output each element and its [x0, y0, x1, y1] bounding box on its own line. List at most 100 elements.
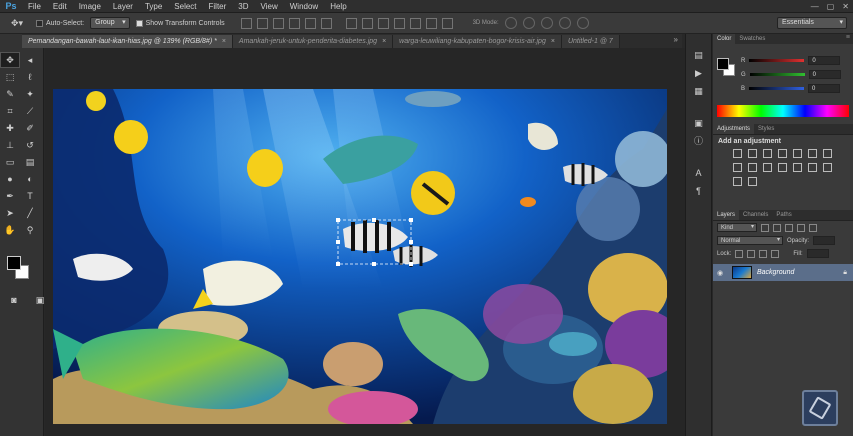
- magic-wand-tool-icon[interactable]: ✦: [20, 86, 40, 102]
- color-spectrum[interactable]: [717, 105, 849, 117]
- tab-swatches[interactable]: Swatches: [735, 34, 769, 44]
- color-balance-icon[interactable]: [823, 149, 832, 158]
- line-tool-icon[interactable]: ╱: [20, 205, 40, 221]
- vibrance-icon[interactable]: [793, 149, 802, 158]
- eyedropper-tool-icon[interactable]: ⟋: [20, 103, 40, 119]
- paragraph-icon[interactable]: ¶: [691, 184, 707, 198]
- properties-icon[interactable]: ▣: [691, 116, 707, 130]
- tab-paths[interactable]: Paths: [772, 210, 795, 220]
- tab-document-2[interactable]: Amankah-jeruk-untuk-penderita-diabetes.j…: [232, 35, 394, 48]
- tab-document-3[interactable]: warga-leuwiliang-kabupaten-bogor-krisis-…: [393, 35, 562, 48]
- filter-type-icon[interactable]: [785, 223, 793, 232]
- curves-icon[interactable]: [763, 149, 772, 158]
- quick-select-tool-icon[interactable]: ✎: [0, 86, 20, 102]
- selective-color-icon[interactable]: [748, 177, 757, 186]
- filter-smart-icon[interactable]: [809, 223, 817, 232]
- arrange-icon[interactable]: ◂: [20, 52, 40, 68]
- foreground-color-swatch[interactable]: [7, 256, 21, 270]
- canvas-area[interactable]: [45, 48, 685, 436]
- menu-3d[interactable]: 3D: [232, 0, 254, 13]
- move-tool-icon[interactable]: ✥: [0, 52, 20, 68]
- distribute-bottom-icon[interactable]: [377, 17, 389, 29]
- align-top-icon[interactable]: [240, 17, 252, 29]
- menu-file[interactable]: File: [22, 0, 47, 13]
- 3d-slide-icon[interactable]: [558, 17, 571, 29]
- move-tool-preset-icon[interactable]: ✥▾: [4, 16, 30, 31]
- menu-filter[interactable]: Filter: [203, 0, 233, 13]
- path-select-tool-icon[interactable]: ➤: [0, 205, 20, 221]
- threshold-icon[interactable]: [823, 163, 832, 172]
- lock-all-icon[interactable]: [771, 249, 780, 258]
- history-brush-tool-icon[interactable]: ↺: [20, 137, 40, 153]
- zoom-tool-icon[interactable]: ⚲: [20, 222, 40, 238]
- fill-field[interactable]: [806, 249, 829, 258]
- lasso-tool-icon[interactable]: ℓ: [20, 69, 40, 85]
- menu-layer[interactable]: Layer: [107, 0, 139, 13]
- blur-tool-icon[interactable]: ●: [0, 171, 20, 187]
- layer-row[interactable]: ◉ Background 🔒︎: [713, 264, 853, 281]
- tab-layers[interactable]: Layers: [713, 210, 740, 220]
- panel-menu-icon[interactable]: ≡: [846, 34, 850, 41]
- layer-name[interactable]: Background: [757, 269, 838, 276]
- healing-brush-tool-icon[interactable]: ✚: [0, 120, 20, 136]
- blue-value-field[interactable]: 0: [808, 84, 841, 93]
- menu-image[interactable]: Image: [73, 0, 107, 13]
- menu-window[interactable]: Window: [284, 0, 324, 13]
- menu-select[interactable]: Select: [168, 0, 202, 13]
- close-icon[interactable]: ×: [551, 35, 555, 48]
- lock-position-icon[interactable]: [759, 249, 768, 258]
- filter-shape-icon[interactable]: [797, 223, 805, 232]
- red-value-field[interactable]: 0: [808, 56, 841, 65]
- 3d-rotate-icon[interactable]: [504, 17, 517, 29]
- eraser-tool-icon[interactable]: ▭: [0, 154, 20, 170]
- underwater-photo[interactable]: [53, 89, 667, 424]
- green-slider[interactable]: [749, 73, 805, 76]
- hue-saturation-icon[interactable]: [808, 149, 817, 158]
- brush-tool-icon[interactable]: ✐: [20, 120, 40, 136]
- tab-color[interactable]: Color: [713, 34, 736, 44]
- levels-icon[interactable]: [748, 149, 757, 158]
- eye-icon[interactable]: ◉: [717, 269, 727, 277]
- info-icon[interactable]: ⓘ: [691, 134, 707, 148]
- history-icon[interactable]: ▤: [691, 48, 707, 62]
- exposure-icon[interactable]: [778, 149, 787, 158]
- distribute-top-icon[interactable]: [345, 17, 357, 29]
- color-lookup-icon[interactable]: [778, 163, 787, 172]
- distribute-right-icon[interactable]: [425, 17, 437, 29]
- menu-view[interactable]: View: [255, 0, 284, 13]
- distribute-left-icon[interactable]: [393, 17, 405, 29]
- 3d-roll-icon[interactable]: [522, 17, 535, 29]
- quick-mask-icon[interactable]: ◙: [4, 292, 24, 308]
- tab-adjustments[interactable]: Adjustments: [713, 124, 755, 134]
- filter-adjustment-icon[interactable]: [773, 223, 781, 232]
- align-hcenter-icon[interactable]: [304, 17, 316, 29]
- close-icon[interactable]: ×: [382, 35, 386, 48]
- brush-presets-icon[interactable]: ▦: [691, 84, 707, 98]
- tab-overflow-icon[interactable]: »: [674, 35, 678, 44]
- marquee-tool-icon[interactable]: ⬚: [0, 69, 20, 85]
- type-tool-icon[interactable]: T: [20, 188, 40, 204]
- invert-icon[interactable]: [793, 163, 802, 172]
- tab-document-4[interactable]: Untitled-1 @ 7: [561, 35, 620, 48]
- photo-filter-icon[interactable]: [748, 163, 757, 172]
- menu-type[interactable]: Type: [139, 0, 168, 13]
- red-slider[interactable]: [749, 59, 805, 62]
- filter-kind-dropdown[interactable]: Kind: [717, 223, 757, 232]
- 3d-pan-icon[interactable]: [540, 17, 553, 29]
- close-icon[interactable]: ✕: [842, 2, 849, 11]
- tab-channels[interactable]: Channels: [739, 210, 772, 220]
- channel-mixer-icon[interactable]: [763, 163, 772, 172]
- lock-pixels-icon[interactable]: [747, 249, 756, 258]
- auto-select-dropdown[interactable]: Group: [90, 17, 130, 29]
- workspace-dropdown[interactable]: Essentials: [777, 17, 847, 29]
- blend-mode-dropdown[interactable]: Normal: [717, 236, 783, 245]
- actions-icon[interactable]: ▶: [691, 66, 707, 80]
- menu-edit[interactable]: Edit: [47, 0, 73, 13]
- align-right-icon[interactable]: [320, 17, 332, 29]
- character-icon[interactable]: A: [691, 166, 707, 180]
- dodge-tool-icon[interactable]: ◐: [20, 171, 40, 187]
- close-icon[interactable]: ×: [222, 35, 226, 48]
- distribute-vcenter-icon[interactable]: [361, 17, 373, 29]
- pen-tool-icon[interactable]: ✒: [0, 188, 20, 204]
- show-transform-checkbox[interactable]: Show Transform Controls: [135, 19, 225, 27]
